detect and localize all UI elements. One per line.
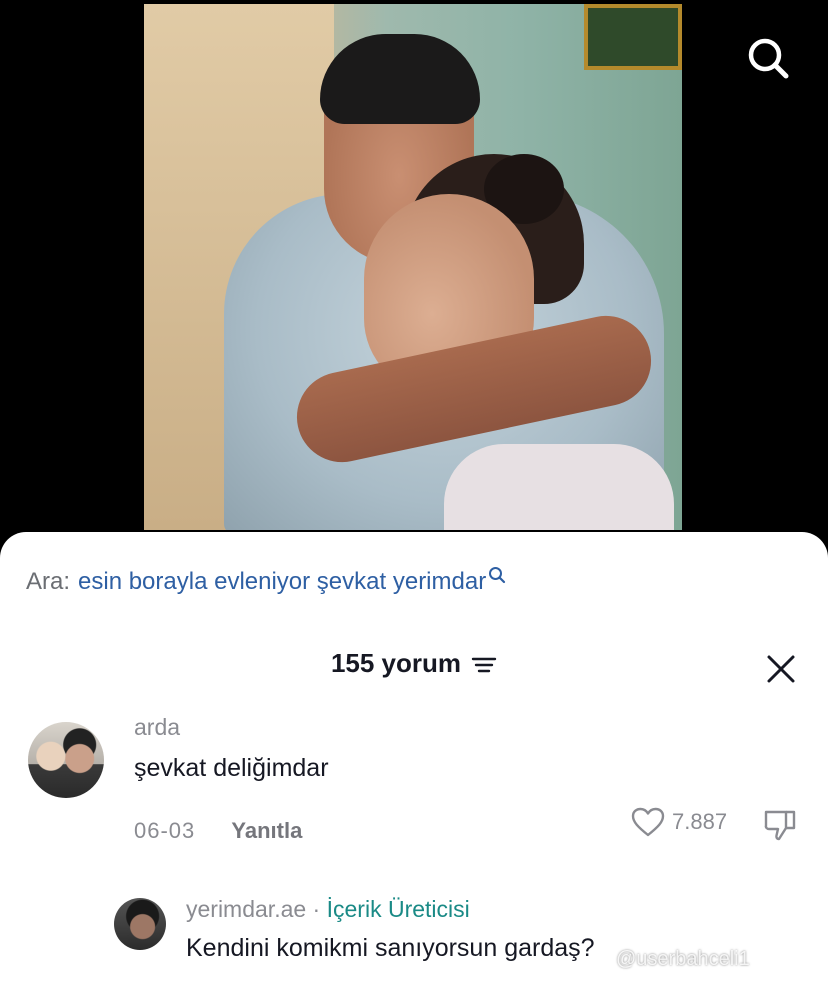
comment-username: yerimdar.ae · İçerik Üreticisi: [186, 896, 470, 923]
comment-meta: 06-03 Yanıtla: [134, 818, 302, 844]
separator: ·: [306, 896, 327, 922]
video-figure-woman-top: [444, 444, 674, 530]
watermark: @userbahceli1: [616, 948, 750, 970]
search-icon: [748, 38, 789, 79]
avatar[interactable]: [28, 722, 104, 798]
video-figure-man-hair: [320, 34, 480, 124]
close-button[interactable]: [764, 652, 798, 686]
sort-icon[interactable]: [471, 654, 497, 676]
search-small-icon: [489, 567, 506, 584]
like-count: 7.887: [672, 809, 728, 834]
thumbs-down-icon: [764, 810, 796, 841]
dislike-button[interactable]: [762, 808, 798, 847]
search-suggestion-prefix: Ara:: [26, 568, 71, 595]
creator-badge: İçerik Üreticisi: [326, 896, 470, 922]
search-suggestion[interactable]: Ara: esin borayla evleniyor şevkat yerim…: [26, 567, 506, 596]
reply-button[interactable]: Yanıtla: [231, 818, 302, 843]
video-background-painting: [584, 4, 682, 70]
comment-date: 06-03: [134, 818, 196, 843]
like-button[interactable]: 7.887: [630, 806, 727, 838]
heart-icon: [631, 807, 665, 837]
comment-text: şevkat deliğimdar: [134, 754, 329, 782]
comment-username[interactable]: arda: [134, 714, 180, 741]
video-frame[interactable]: [144, 4, 682, 530]
comments-sheet: Ara: esin borayla evleniyor şevkat yerim…: [0, 532, 828, 984]
comment-count: 155 yorum: [330, 648, 462, 678]
reply-username[interactable]: yerimdar.ae: [186, 896, 306, 922]
video-area[interactable]: [0, 0, 828, 560]
search-button[interactable]: [744, 34, 792, 82]
comment-text: Kendini komikmi sanıyorsun gardaş?: [186, 934, 595, 962]
search-suggestion-query[interactable]: esin borayla evleniyor şevkat yerimdar: [78, 568, 486, 596]
close-icon: [767, 655, 795, 683]
avatar[interactable]: [114, 898, 166, 950]
comments-header: 155 yorum: [0, 648, 828, 688]
